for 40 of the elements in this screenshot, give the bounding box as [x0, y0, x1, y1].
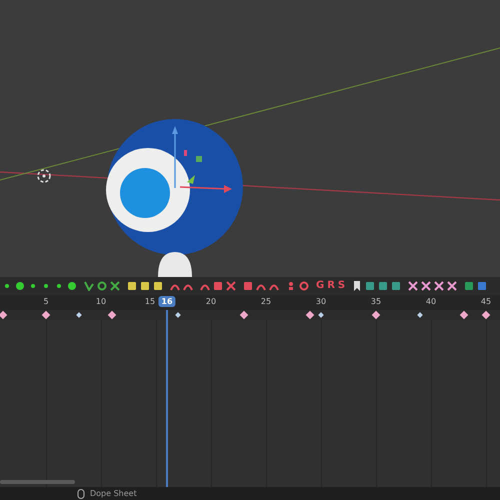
- square-icon[interactable]: [140, 281, 150, 291]
- frame-number: 5: [43, 297, 49, 306]
- dot-icon[interactable]: [67, 281, 77, 291]
- square-icon[interactable]: [243, 281, 253, 291]
- scrollbar[interactable]: [0, 480, 75, 484]
- frame-number: 45: [480, 297, 492, 306]
- dot-icon[interactable]: [2, 281, 12, 291]
- keyframe-icon[interactable]: [417, 312, 423, 318]
- transform-gizmo-drawing: [172, 126, 232, 193]
- frame-number: 15: [144, 297, 156, 306]
- square-icon[interactable]: [213, 281, 223, 291]
- dot-icon[interactable]: [28, 281, 38, 291]
- frame-number: 30: [316, 297, 326, 306]
- square-icon[interactable]: [464, 281, 474, 291]
- square-icon[interactable]: [391, 281, 402, 291]
- editor-name: Dope Sheet: [90, 489, 137, 498]
- dot-icon[interactable]: [41, 281, 51, 291]
- dot-icon[interactable]: [15, 281, 25, 291]
- cross-icon[interactable]: [226, 281, 236, 291]
- mouse-icon: [76, 488, 86, 498]
- frame-number: 10: [96, 297, 106, 306]
- square-icon[interactable]: [127, 281, 137, 291]
- body-drawing: [158, 252, 192, 277]
- 3d-cursor-icon: [37, 169, 51, 183]
- transform-button[interactable]: R: [327, 281, 335, 291]
- frame-number: 40: [426, 297, 436, 306]
- transform-button[interactable]: G: [316, 281, 324, 291]
- square-icon[interactable]: [365, 281, 376, 291]
- current-frame-indicator[interactable]: 16: [158, 296, 176, 307]
- frame-number: 20: [206, 297, 216, 306]
- square-icon[interactable]: [378, 281, 388, 291]
- bookmark-icon[interactable]: [352, 281, 362, 291]
- frame-number: 25: [260, 297, 272, 306]
- frame-number: 35: [370, 297, 382, 306]
- dot-icon[interactable]: [54, 281, 64, 291]
- cross-icon[interactable]: [110, 281, 120, 291]
- keyframe-icon[interactable]: [76, 312, 82, 318]
- keyframe-icon[interactable]: [175, 312, 181, 318]
- transform-button[interactable]: S: [338, 281, 346, 291]
- square-icon[interactable]: [153, 281, 163, 291]
